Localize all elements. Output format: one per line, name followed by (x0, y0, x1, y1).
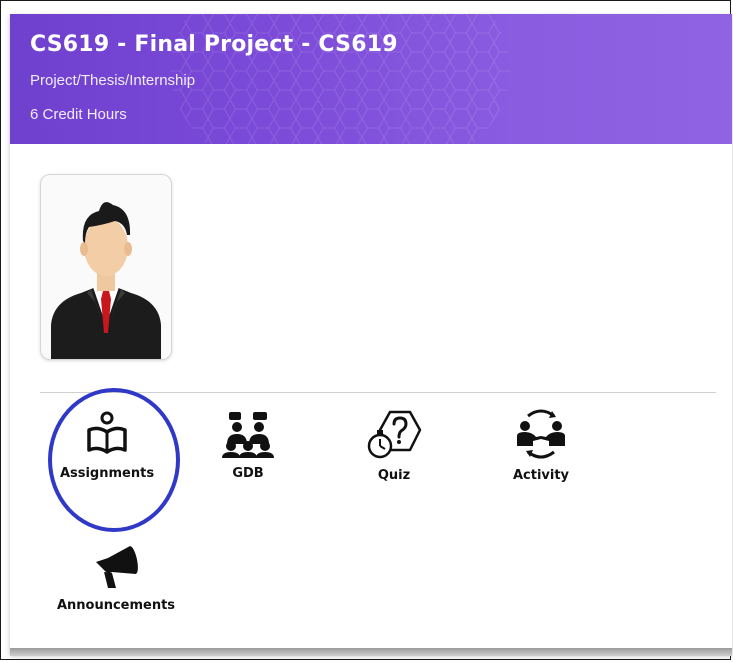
card-bottom-shadow (10, 648, 732, 656)
gdb-tool[interactable]: GDB (188, 410, 308, 481)
section-divider (40, 392, 716, 393)
quiz-label: Quiz (377, 468, 411, 483)
stopwatch-question-icon (367, 410, 422, 459)
person-icon (51, 202, 161, 359)
quiz-tool[interactable]: Quiz (334, 408, 454, 483)
gdb-label: GDB (232, 466, 264, 481)
course-category: Project/Thesis/Internship (30, 72, 196, 89)
megaphone-icon (96, 546, 138, 588)
course-title: CS619 - Final Project - CS619 (30, 32, 398, 57)
course-banner: CS619 - Final Project - CS619 Project/Th… (10, 14, 732, 144)
announcements-tool[interactable]: Announcements (56, 544, 176, 613)
assignments-label: Assignments (59, 466, 155, 481)
instructor-avatar (40, 174, 172, 360)
announcements-label: Announcements (56, 598, 176, 613)
activity-exchange-icon (517, 409, 565, 459)
course-card: CS619 - Final Project - CS619 Project/Th… (10, 14, 732, 654)
book-reader-icon (87, 411, 127, 454)
activity-tool[interactable]: Activity (481, 408, 601, 483)
discussion-group-icon (222, 412, 274, 458)
course-credits: 6 Credit Hours (30, 106, 127, 123)
activity-label: Activity (512, 468, 570, 483)
assignments-tool[interactable]: Assignments (47, 410, 167, 481)
